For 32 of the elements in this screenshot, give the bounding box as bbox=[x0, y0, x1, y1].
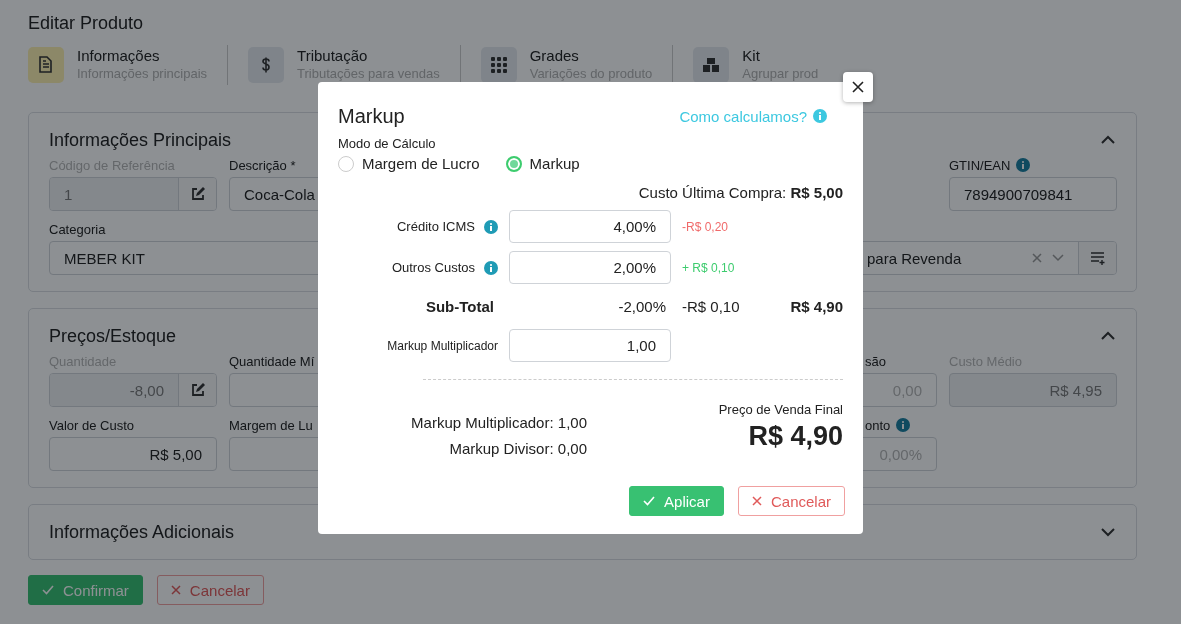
field-label: Markup Multiplicador bbox=[387, 338, 498, 353]
subtotal-percent: -2,00% bbox=[618, 298, 666, 315]
section-title: Preços/Estoque bbox=[49, 325, 177, 347]
subtotal-total: R$ 4,90 bbox=[790, 298, 843, 315]
step-title: Informações bbox=[77, 47, 161, 65]
final-price-label: Preço de Venda Final bbox=[718, 402, 843, 417]
amount-change: -R$ 0,20 bbox=[682, 219, 730, 234]
field-label: onto bbox=[865, 417, 891, 433]
section-title: Informações Principais bbox=[49, 129, 232, 151]
field-label: Modo de Cálculo bbox=[338, 136, 437, 151]
subtotal-label: Sub-Total bbox=[425, 298, 494, 315]
last-purchase-cost: Custo Última Compra: R$ 5,00 bbox=[637, 184, 843, 201]
field-label: Crédito ICMS bbox=[396, 219, 475, 234]
field-label: Outros Custos bbox=[391, 260, 475, 275]
field-label: Valor de Custo bbox=[49, 417, 135, 433]
field-label: Margem de Lu bbox=[229, 417, 313, 433]
step-title: Tributação bbox=[297, 47, 369, 65]
summary-text: Markup Divisor: 0,00 bbox=[448, 439, 587, 459]
page-title: Editar Produto bbox=[28, 12, 145, 34]
final-price: R$ 4,90 bbox=[747, 421, 843, 452]
field-label: GTIN/EAN bbox=[949, 157, 1011, 173]
field-label: Descrição * bbox=[229, 157, 296, 173]
field-label: Categoria bbox=[49, 221, 106, 237]
subtotal-amount: -R$ 0,10 bbox=[682, 298, 740, 315]
field-label: Quantidade Mí bbox=[229, 353, 315, 369]
step-title: Kit bbox=[742, 47, 761, 65]
section-title: Informações Adicionais bbox=[49, 521, 235, 543]
field-label: são bbox=[865, 353, 886, 369]
amount-change: + R$ 0,10 bbox=[682, 260, 736, 275]
summary-text: Markup Multiplicador: 1,00 bbox=[410, 413, 587, 433]
dialog-title: Markup bbox=[338, 104, 405, 128]
step-title: Grades bbox=[529, 47, 580, 65]
